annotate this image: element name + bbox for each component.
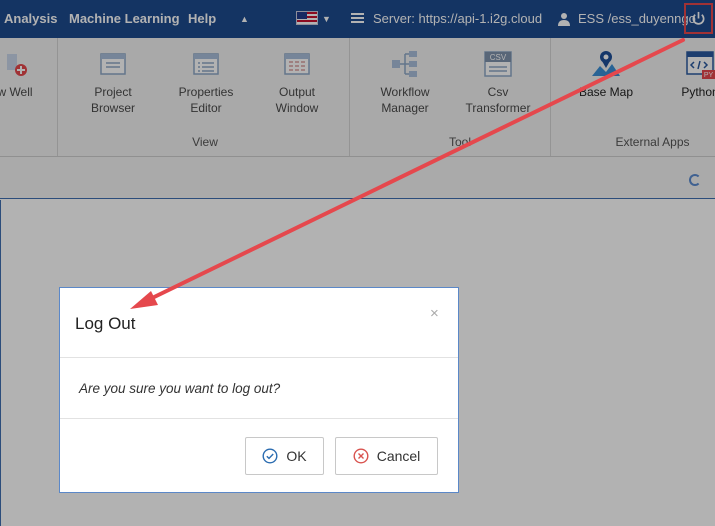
ok-button[interactable]: OK	[245, 437, 324, 475]
dialog-divider	[60, 357, 458, 358]
dialog-message: Are you sure you want to log out?	[79, 381, 281, 396]
cancel-button[interactable]: Cancel	[335, 437, 438, 475]
dialog-divider	[60, 418, 458, 419]
ok-label: OK	[286, 448, 307, 464]
close-icon[interactable]: ×	[430, 305, 439, 322]
logout-dialog: Log Out × Are you sure you want to log o…	[59, 287, 459, 493]
cancel-circle-icon	[353, 448, 369, 464]
dialog-title: Log Out	[75, 314, 136, 333]
check-circle-icon	[262, 448, 278, 464]
cancel-label: Cancel	[376, 448, 421, 464]
